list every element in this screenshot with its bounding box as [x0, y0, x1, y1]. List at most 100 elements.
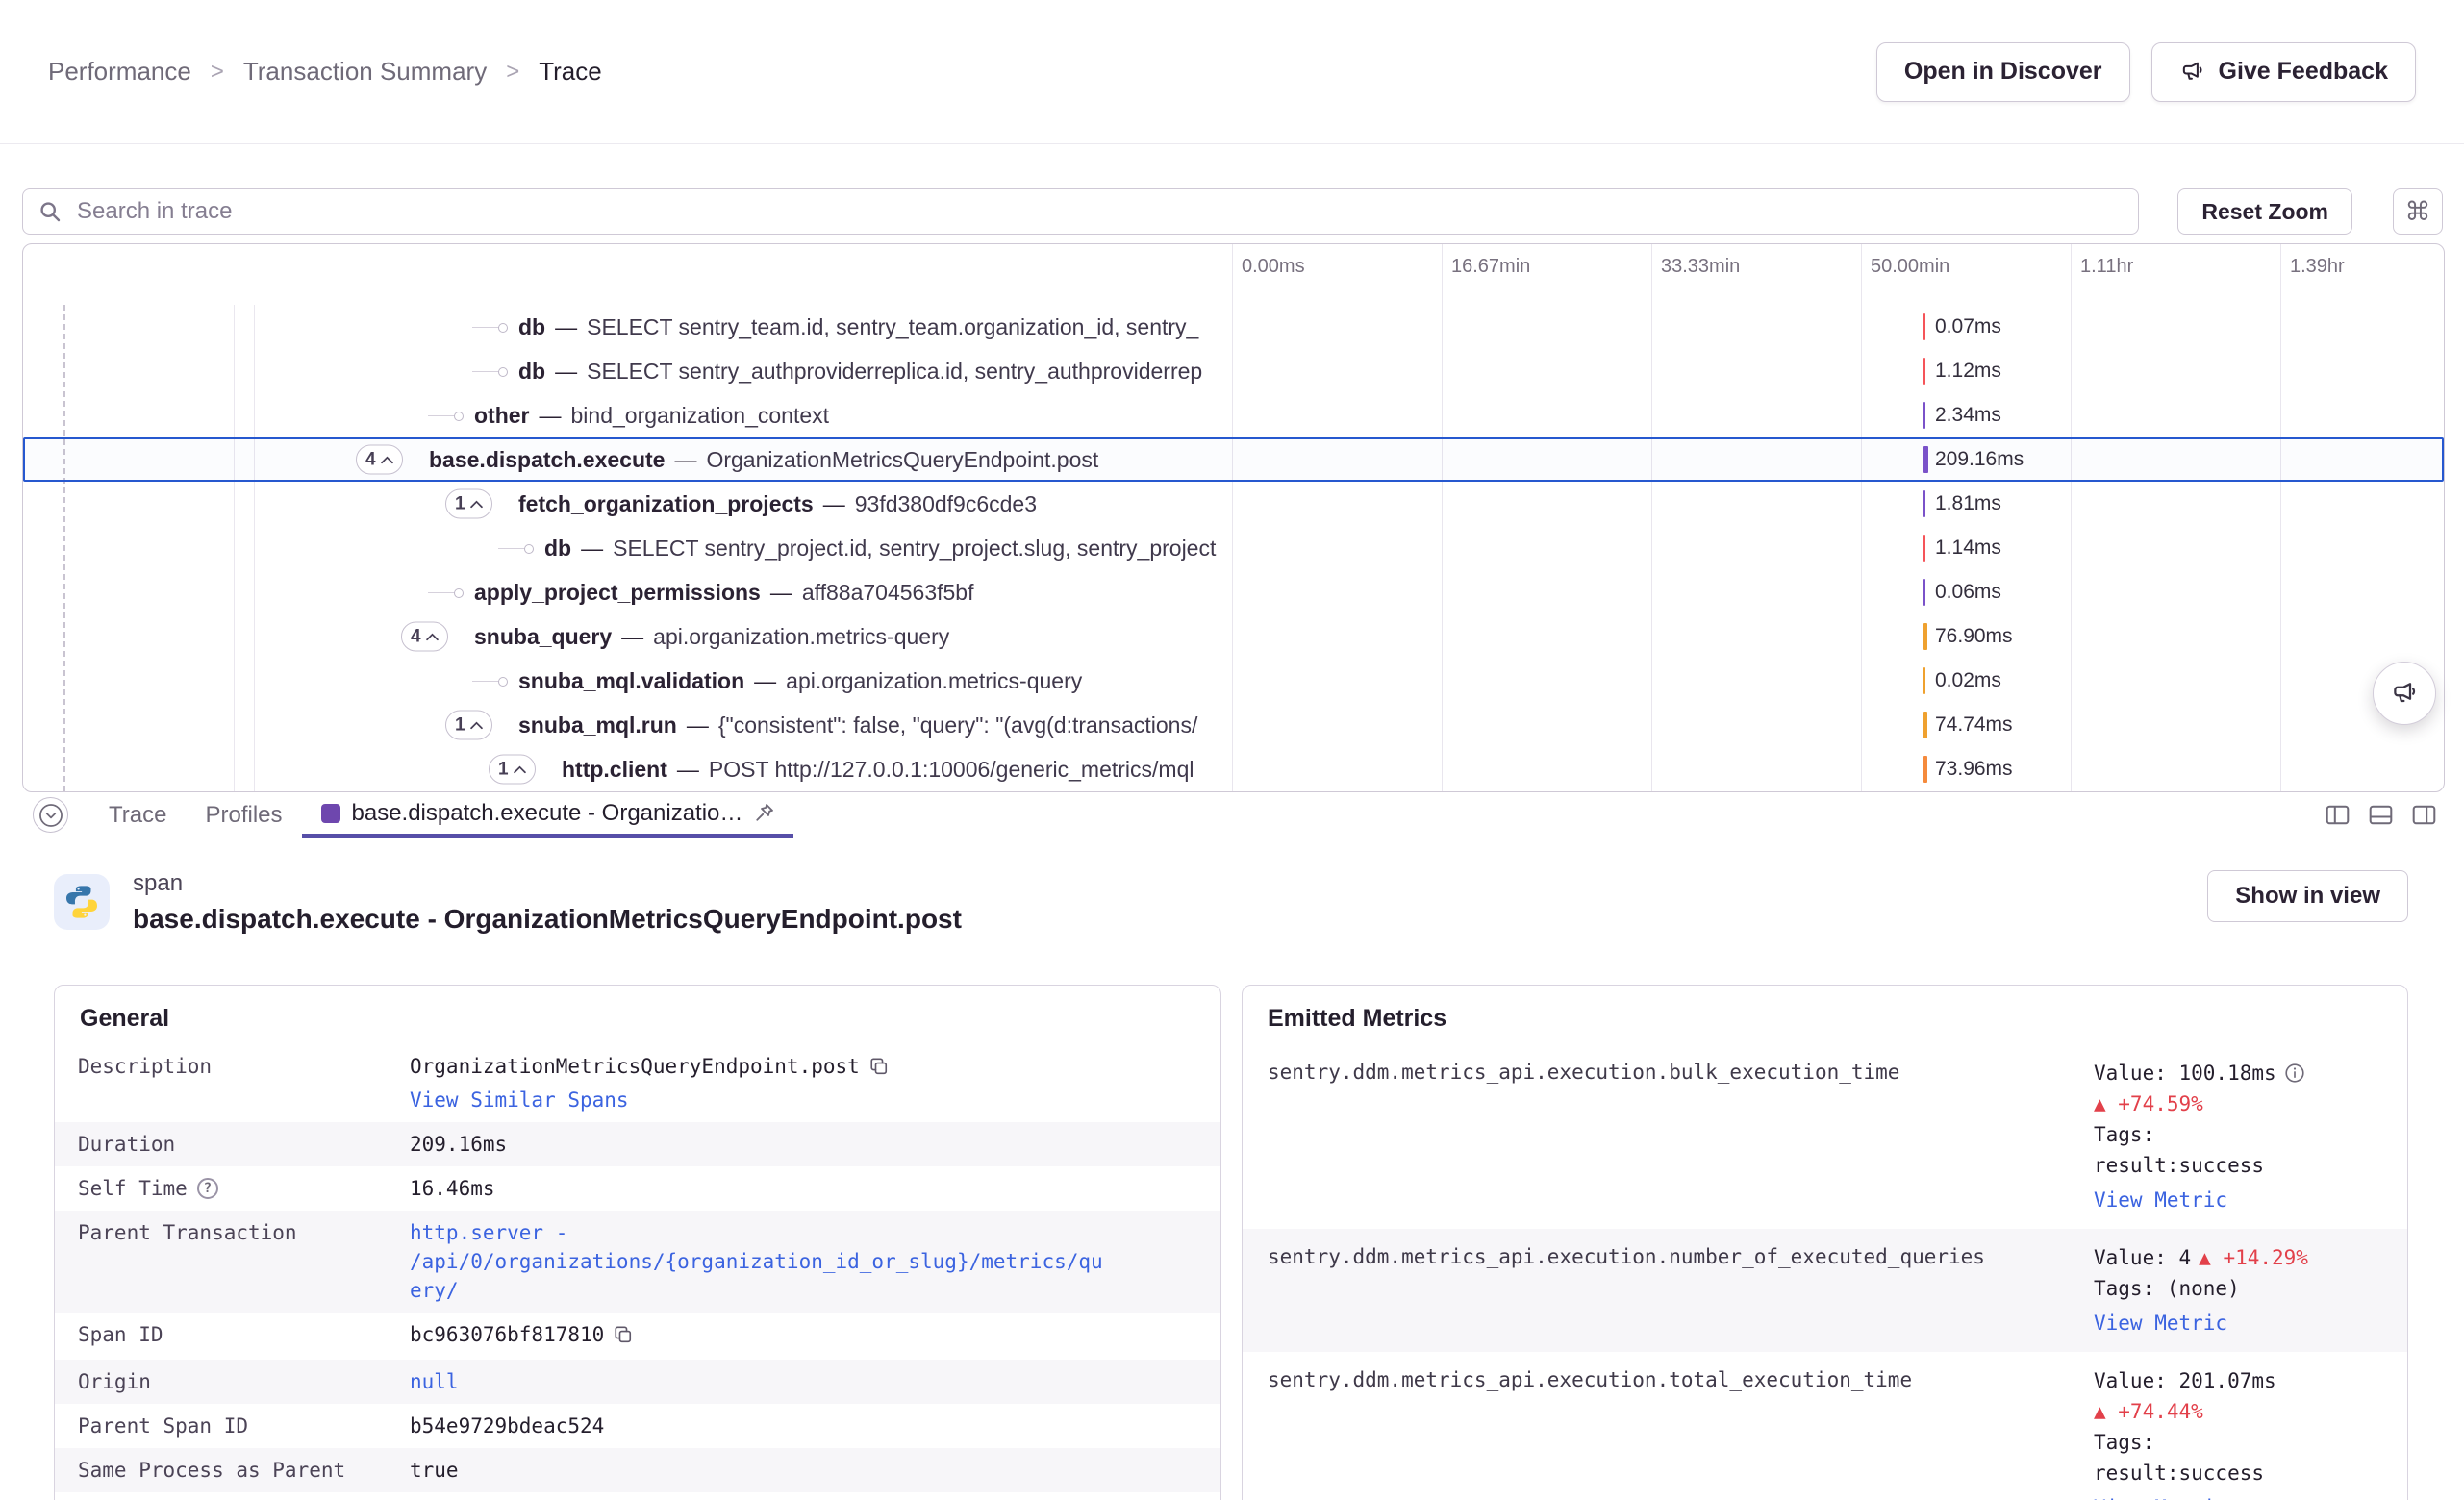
breadcrumb-transaction-summary[interactable]: Transaction Summary: [243, 57, 487, 87]
metric-tag-value: result:success: [2094, 1150, 2382, 1181]
span-duration-bar[interactable]: [1923, 756, 1927, 783]
layout-right-button[interactable]: [2411, 802, 2437, 828]
layout-left-button[interactable]: [2325, 802, 2351, 828]
span-children-badge[interactable]: 4: [356, 445, 403, 475]
breadcrumb-trace: Trace: [539, 57, 602, 87]
trace-row[interactable]: other — bind_organization_context 2.34ms: [23, 393, 2444, 438]
panel-bottom-icon: [2368, 802, 2394, 828]
detail-row: Origin null: [55, 1360, 1220, 1404]
span-duration: 74.74ms: [1935, 713, 2013, 737]
trace-row[interactable]: db — SELECT sentry_project.id, sentry_pr…: [23, 526, 2444, 570]
view-metric-link[interactable]: View Metric: [2094, 1308, 2227, 1338]
trace-row-label: db — SELECT sentry_project.id, sentry_pr…: [23, 526, 1232, 570]
view-metric-link[interactable]: View Metric: [2094, 1185, 2227, 1215]
trace-row[interactable]: 4 base.dispatch.execute — OrganizationMe…: [23, 438, 2444, 482]
op-separator: —: [555, 359, 577, 385]
span-duration: 1.14ms: [1935, 537, 2001, 560]
span-duration-bar[interactable]: [1923, 667, 1925, 694]
tree-connector-dot: [472, 327, 505, 328]
drawer-tab-bar: Trace Profiles base.dispatch.execute - O…: [22, 792, 2443, 838]
trace-row[interactable]: 1 fetch_organization_projects — 93fd380d…: [23, 482, 2444, 526]
tab-profiles[interactable]: Profiles: [186, 792, 301, 838]
detail-value-cell: true: [410, 1456, 1112, 1485]
span-duration: 1.12ms: [1935, 360, 2001, 383]
trace-row[interactable]: snuba_mql.validation — api.organization.…: [23, 659, 2444, 703]
span-duration: 0.02ms: [1935, 669, 2001, 692]
layout-toggles: [2325, 792, 2443, 838]
detail-value: true: [410, 1459, 459, 1482]
span-description: api.organization.metrics-query: [786, 668, 1082, 694]
trace-row[interactable]: 4 snuba_query — api.organization.metrics…: [23, 614, 2444, 659]
detail-value-cell: bc963076bf817810: [410, 1320, 1112, 1352]
span-detail-header: span base.dispatch.execute - Organizatio…: [54, 870, 2408, 935]
header-actions: Open in Discover Give Feedback: [1876, 42, 2416, 102]
chevron-up-icon: [470, 721, 483, 729]
info-icon[interactable]: [2284, 1062, 2305, 1084]
trace-row-label: db — SELECT sentry_team.id, sentry_team.…: [23, 305, 1232, 349]
layout-bottom-button[interactable]: [2368, 802, 2394, 828]
trace-row-label: snuba_mql.validation — api.organization.…: [23, 659, 1232, 703]
span-duration-bar[interactable]: [1923, 623, 1927, 650]
span-children-badge[interactable]: 1: [445, 711, 492, 740]
tree-connector-dot: [428, 415, 461, 416]
trace-row-label: other — bind_organization_context: [23, 393, 1232, 438]
trace-row[interactable]: db — SELECT sentry_team.id, sentry_team.…: [23, 305, 2444, 349]
tick-label: 1.11hr: [2080, 256, 2133, 278]
trace-row[interactable]: db — SELECT sentry_authproviderreplica.i…: [23, 349, 2444, 393]
tree-connector-dot: [428, 592, 461, 593]
trace-row[interactable]: 1 snuba_mql.run — {"consistent": false, …: [23, 703, 2444, 747]
megaphone-icon: [2179, 59, 2205, 85]
pin-icon[interactable]: [754, 803, 774, 823]
collapse-drawer-button[interactable]: [33, 797, 68, 833]
span-duration-bar[interactable]: [1923, 490, 1925, 517]
span-duration-bar[interactable]: [1923, 358, 1925, 385]
detail-key: Description: [78, 1052, 410, 1081]
detail-key-label: Span ID: [78, 1320, 163, 1349]
detail-value: 209.16ms: [410, 1133, 507, 1156]
panel-right-icon: [2411, 802, 2437, 828]
shortcut-button[interactable]: ⌘: [2393, 188, 2443, 235]
feedback-fab[interactable]: [2373, 662, 2436, 725]
metric-value-cell: Value: 4 ▲ +14.29% Tags: (none) View Met…: [2094, 1242, 2382, 1338]
span-duration: 0.06ms: [1935, 581, 2001, 604]
span-description: {"consistent": false, "query": "(avg(d:t…: [718, 712, 1198, 738]
view-metric-link[interactable]: View Metric: [2094, 1492, 2227, 1500]
span-duration-bar[interactable]: [1923, 712, 1927, 738]
copy-icon[interactable]: [869, 1055, 889, 1084]
span-duration-bar[interactable]: [1923, 535, 1925, 562]
chevron-up-icon: [514, 765, 526, 773]
metric-tags: Tags: (none): [2094, 1273, 2382, 1304]
metric-delta: ▲ +74.59%: [2094, 1088, 2382, 1119]
trace-waterfall: 0.00ms 16.67min 33.33min 50.00min 1.11hr…: [22, 243, 2445, 792]
span-duration-bar[interactable]: [1923, 313, 1925, 340]
breadcrumb-performance[interactable]: Performance: [48, 57, 191, 87]
span-duration: 73.96ms: [1935, 758, 2013, 781]
view-similar-spans-link[interactable]: View Similar Spans: [410, 1086, 629, 1114]
reset-zoom-button[interactable]: Reset Zoom: [2177, 188, 2352, 235]
metric-value: Value: 201.07ms: [2094, 1365, 2276, 1396]
span-duration-bar[interactable]: [1923, 579, 1925, 606]
metrics-table: sentry.ddm.metrics_api.execution.bulk_ex…: [1243, 1044, 2407, 1500]
open-in-discover-button[interactable]: Open in Discover: [1876, 42, 2130, 102]
span-children-badge[interactable]: 4: [401, 622, 448, 652]
tab-span-label: base.dispatch.execute - Organizatio…: [352, 800, 743, 827]
help-icon[interactable]: ?: [197, 1178, 218, 1199]
span-duration-bar[interactable]: [1923, 446, 1928, 473]
search-input[interactable]: [75, 197, 2123, 226]
span-children-badge[interactable]: 1: [489, 755, 536, 785]
tree-connector-dot: [472, 371, 505, 372]
op-separator: —: [555, 314, 577, 340]
tick-label: 0.00ms: [1242, 256, 1305, 278]
detail-value: OrganizationMetricsQueryEndpoint.post: [410, 1055, 860, 1078]
span-description: SELECT sentry_project.id, sentry_project…: [613, 536, 1216, 562]
span-duration-bar[interactable]: [1923, 402, 1925, 429]
give-feedback-button[interactable]: Give Feedback: [2151, 42, 2416, 102]
span-description: POST http://127.0.0.1:10006/generic_metr…: [709, 757, 1194, 783]
trace-row[interactable]: 1 http.client — POST http://127.0.0.1:10…: [23, 747, 2444, 791]
tab-span-details[interactable]: base.dispatch.execute - Organizatio…: [302, 792, 794, 838]
tab-trace[interactable]: Trace: [89, 792, 186, 838]
copy-icon[interactable]: [614, 1323, 633, 1352]
trace-row[interactable]: apply_project_permissions — aff88a704563…: [23, 570, 2444, 614]
show-in-view-button[interactable]: Show in view: [2207, 870, 2408, 922]
span-children-badge[interactable]: 1: [445, 489, 492, 519]
